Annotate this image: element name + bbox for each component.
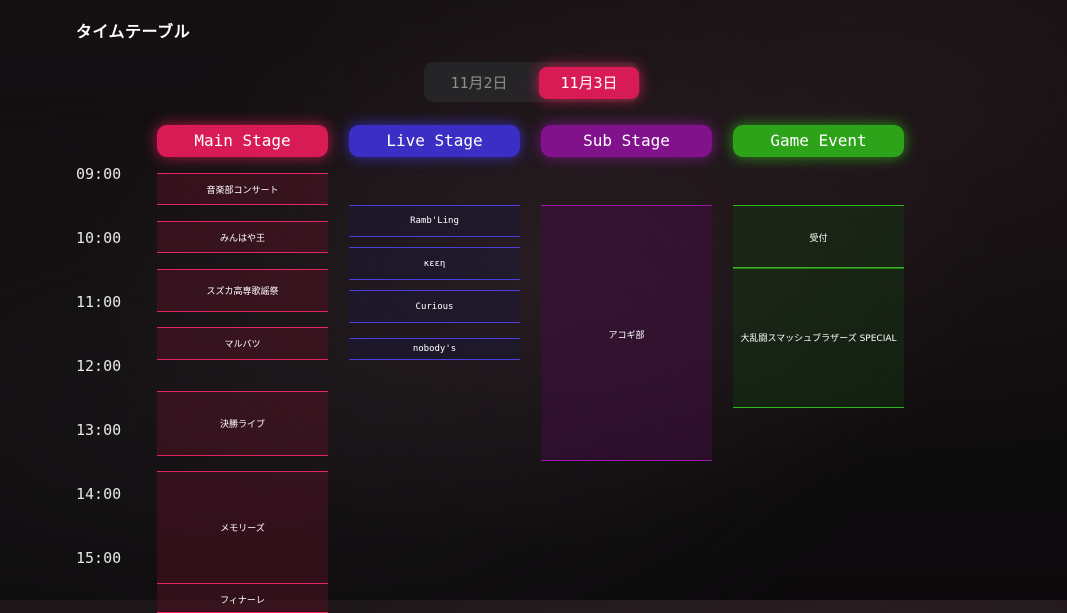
event-sub-acoustic[interactable]: アコギ部 xyxy=(541,205,712,461)
event-live-keen[interactable]: κεεη xyxy=(349,247,520,280)
time-label-0900: 09:00 xyxy=(76,165,122,183)
time-label-1500: 15:00 xyxy=(76,549,122,567)
event-main-kesshou-live[interactable]: 決勝ライブ xyxy=(157,391,328,456)
stage-header-sub: Sub Stage xyxy=(541,125,712,157)
page-title: タイムテーブル xyxy=(76,22,191,41)
time-label-1000: 10:00 xyxy=(76,229,122,247)
event-game-smash-bros[interactable]: 大乱闘スマッシュブラザーズ SPECIAL xyxy=(733,267,904,408)
event-live-nobodys[interactable]: nobody's xyxy=(349,338,520,360)
date-tab-nov3[interactable]: 11月3日 xyxy=(539,67,639,99)
date-selector: 11月2日 11月3日 xyxy=(424,62,640,102)
event-main-kayousai[interactable]: スズカ高専歌謡祭 xyxy=(157,269,328,312)
time-label-1200: 12:00 xyxy=(76,357,122,375)
time-label-1300: 13:00 xyxy=(76,421,122,439)
time-label-1100: 11:00 xyxy=(76,293,122,311)
event-main-ongaku[interactable]: 音楽部コンサート xyxy=(157,173,328,205)
stage-header-game: Game Event xyxy=(733,125,904,157)
event-main-minhaya[interactable]: みんはや王 xyxy=(157,221,328,253)
event-main-memories[interactable]: メモリーズ xyxy=(157,471,328,584)
event-main-marubatsu[interactable]: マルバツ xyxy=(157,327,328,360)
event-live-rambling[interactable]: Ramb'Ling xyxy=(349,205,520,237)
date-tab-nov2[interactable]: 11月2日 xyxy=(432,67,526,99)
stage-header-main: Main Stage xyxy=(157,125,328,157)
event-live-curious[interactable]: Curious xyxy=(349,290,520,323)
time-label-1400: 14:00 xyxy=(76,485,122,503)
event-main-finale[interactable]: フィナーレ xyxy=(157,583,328,613)
event-game-reception[interactable]: 受付 xyxy=(733,205,904,269)
stage-header-live: Live Stage xyxy=(349,125,520,157)
